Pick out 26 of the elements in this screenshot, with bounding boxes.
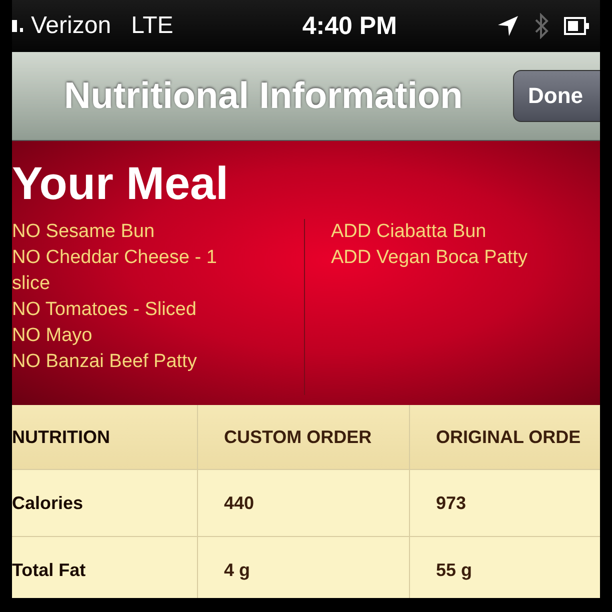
bluetooth-icon [534, 13, 550, 39]
removed-item: NO Mayo [12, 324, 94, 348]
table-cell-text: 55 g [435, 558, 472, 582]
done-button[interactable]: Done [513, 70, 600, 122]
network-type: LTE [131, 12, 174, 40]
column-header: CUSTOM ORDER [198, 405, 410, 469]
removed-item: NO Sesame Bun [12, 220, 156, 244]
location-icon [496, 14, 520, 38]
carrier: Verizon [31, 12, 112, 40]
table-cell: 440 [198, 470, 410, 536]
removed-item: NO Cheddar Cheese - 1 slice [12, 246, 218, 296]
table-cell-text: 973 [435, 492, 466, 514]
table-cell: Calories [12, 470, 198, 536]
clock-time: 4:40 PM [302, 12, 397, 40]
removed-item: NO Tomatoes - Sliced [12, 298, 198, 322]
signal-icon [12, 20, 23, 32]
added-item: ADD Vegan Boca Patty [331, 246, 528, 270]
column-header: NUTRITION [12, 405, 198, 469]
table-cell: 4 g [198, 537, 410, 598]
meal-title: Your Meal [12, 156, 230, 211]
removed-item: NO Banzai Beef Patty [12, 350, 198, 374]
screen-title: Nutritional Information [64, 75, 463, 117]
table-cell: Total Fat [12, 537, 198, 598]
added-item: ADD Ciabatta Bun [331, 220, 488, 244]
column-header: ORIGINAL ORDE [435, 426, 581, 448]
battery-icon [564, 16, 590, 36]
